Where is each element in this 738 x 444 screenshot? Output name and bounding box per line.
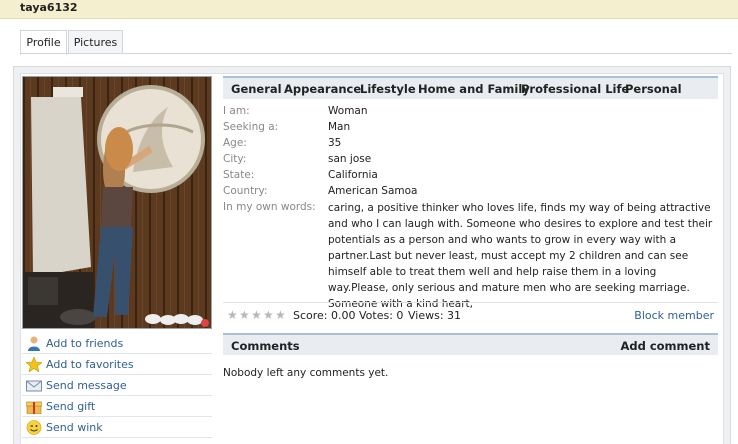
profile-photo-image [23, 77, 211, 328]
star-icon[interactable]: ★ [251, 308, 263, 322]
category-appearance[interactable]: Appearance [284, 82, 361, 96]
info-label: State: [223, 169, 255, 181]
about-text: caring, a positive thinker who loves lif… [328, 202, 713, 310]
top-bar: taya6132 [0, 0, 738, 19]
category-personal[interactable]: Personal [625, 82, 682, 96]
info-label: Seeking a: [223, 121, 279, 133]
info-label: Age: [223, 137, 247, 149]
tab-pictures[interactable]: Pictures [68, 30, 123, 54]
comments-title: Comments [231, 339, 300, 353]
views-text: Views: 31 [408, 309, 462, 322]
score-text: Score: 0.00 Votes: 0 [293, 309, 404, 322]
envelope-icon [26, 378, 42, 393]
info-value: American Samoa [328, 185, 418, 197]
category-professional-life[interactable]: Professional Life [521, 82, 629, 96]
info-value: san jose [328, 153, 372, 165]
info-value: California [328, 169, 378, 181]
add-comment-link[interactable]: Add comment [620, 339, 710, 353]
info-label: In my own words: [223, 201, 316, 213]
rating-row: ★★★★★ Score: 0.00 Votes: 0 Views: 31 Blo… [223, 308, 718, 326]
add-to-friends-link[interactable]: Add to friends [22, 333, 212, 354]
category-lifestyle[interactable]: Lifestyle [360, 82, 416, 96]
star-icon[interactable]: ★ [263, 308, 275, 322]
send-message-link[interactable]: Send message [22, 375, 212, 396]
category-general[interactable]: General [231, 82, 282, 96]
add-to-favorites-label: Add to favorites [46, 358, 134, 371]
smiley-icon [26, 420, 42, 435]
no-comments-text: Nobody left any comments yet. [223, 367, 389, 379]
star-icon[interactable]: ★ [239, 308, 251, 322]
block-member-link[interactable]: Block member [634, 309, 714, 322]
star-icon[interactable]: ★ [275, 308, 287, 322]
info-label: Country: [223, 185, 268, 197]
add-to-favorites-link[interactable]: Add to favorites [22, 354, 212, 375]
info-value: Man [328, 121, 351, 133]
send-message-label: Send message [46, 379, 127, 392]
tab-profile[interactable]: Profile [20, 30, 67, 55]
rating-stars[interactable]: ★★★★★ [227, 308, 287, 322]
send-wink-label: Send wink [46, 421, 103, 434]
info-value: 35 [328, 137, 342, 149]
gift-icon [25, 399, 43, 415]
add-to-friends-label: Add to friends [46, 337, 124, 350]
info-label: City: [223, 153, 247, 165]
info-label: I am: [223, 105, 250, 117]
profile-category-bar: General Appearance Lifestyle Home and Fa… [223, 76, 718, 99]
tab-divider [20, 53, 732, 54]
member-actions: Add to friends Add to favorites Send mes… [22, 333, 212, 438]
send-gift-link[interactable]: Send gift [22, 396, 212, 417]
star-icon [25, 356, 43, 373]
comments-header: Comments Add comment [223, 333, 718, 355]
person-icon [26, 336, 42, 351]
star-icon[interactable]: ★ [227, 308, 239, 322]
username-title: taya6132 [20, 1, 78, 14]
category-home-and-family[interactable]: Home and Family [418, 82, 530, 96]
profile-photo[interactable] [22, 76, 212, 329]
info-value: Woman [328, 105, 368, 117]
divider [223, 302, 718, 303]
send-gift-label: Send gift [46, 400, 96, 413]
send-wink-link[interactable]: Send wink [22, 417, 212, 438]
